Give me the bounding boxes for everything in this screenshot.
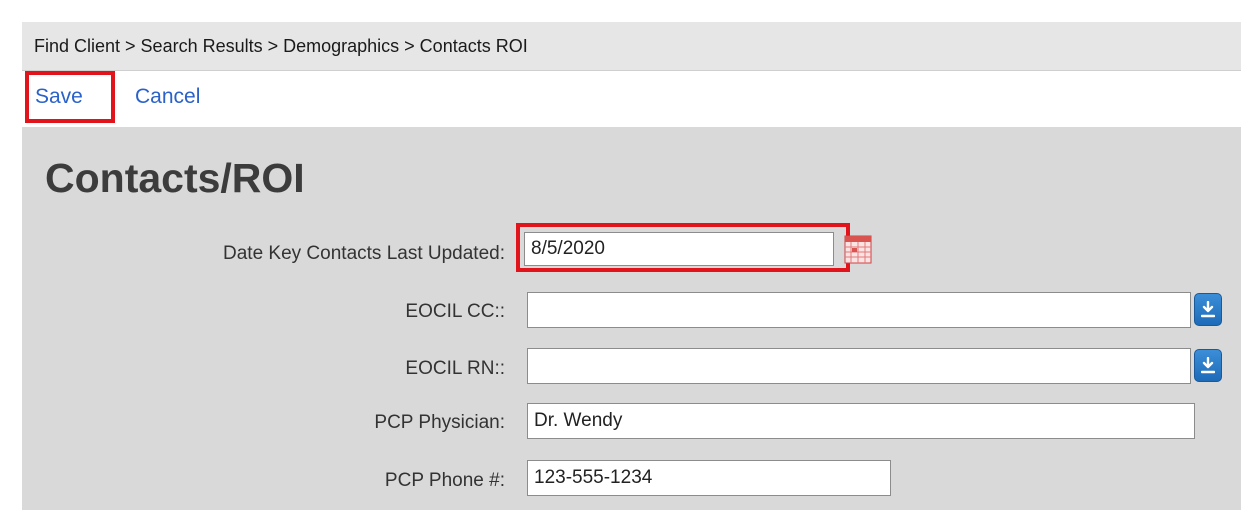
download-arrow-icon <box>1201 301 1215 318</box>
cancel-button[interactable]: Cancel <box>135 85 200 109</box>
eocil-rn-label: EOCIL RN:: <box>405 358 505 379</box>
eocil-rn-field[interactable] <box>527 348 1191 384</box>
date-updated-label: Date Key Contacts Last Updated: <box>223 243 505 264</box>
toolbar: Save Cancel <box>22 71 1241 127</box>
calendar-icon[interactable] <box>844 234 872 264</box>
page-title: Contacts/ROI <box>45 155 305 201</box>
eocil-cc-label: EOCIL CC:: <box>405 301 505 322</box>
eocil-rn-dropdown-button[interactable] <box>1194 349 1222 382</box>
breadcrumb: Find Client > Search Results > Demograph… <box>22 22 1241 71</box>
save-button[interactable]: Save <box>35 85 83 109</box>
date-updated-field[interactable] <box>524 232 834 266</box>
pcp-phone-field[interactable] <box>527 460 891 496</box>
download-arrow-icon <box>1201 357 1215 374</box>
pcp-physician-field[interactable] <box>527 403 1195 439</box>
app-frame: Find Client > Search Results > Demograph… <box>22 22 1241 510</box>
pcp-physician-label: PCP Physician: <box>374 412 505 433</box>
eocil-cc-dropdown-button[interactable] <box>1194 293 1222 326</box>
pcp-phone-label: PCP Phone #: <box>384 470 505 491</box>
eocil-cc-field[interactable] <box>527 292 1191 328</box>
breadcrumb-text: Find Client > Search Results > Demograph… <box>34 36 528 56</box>
